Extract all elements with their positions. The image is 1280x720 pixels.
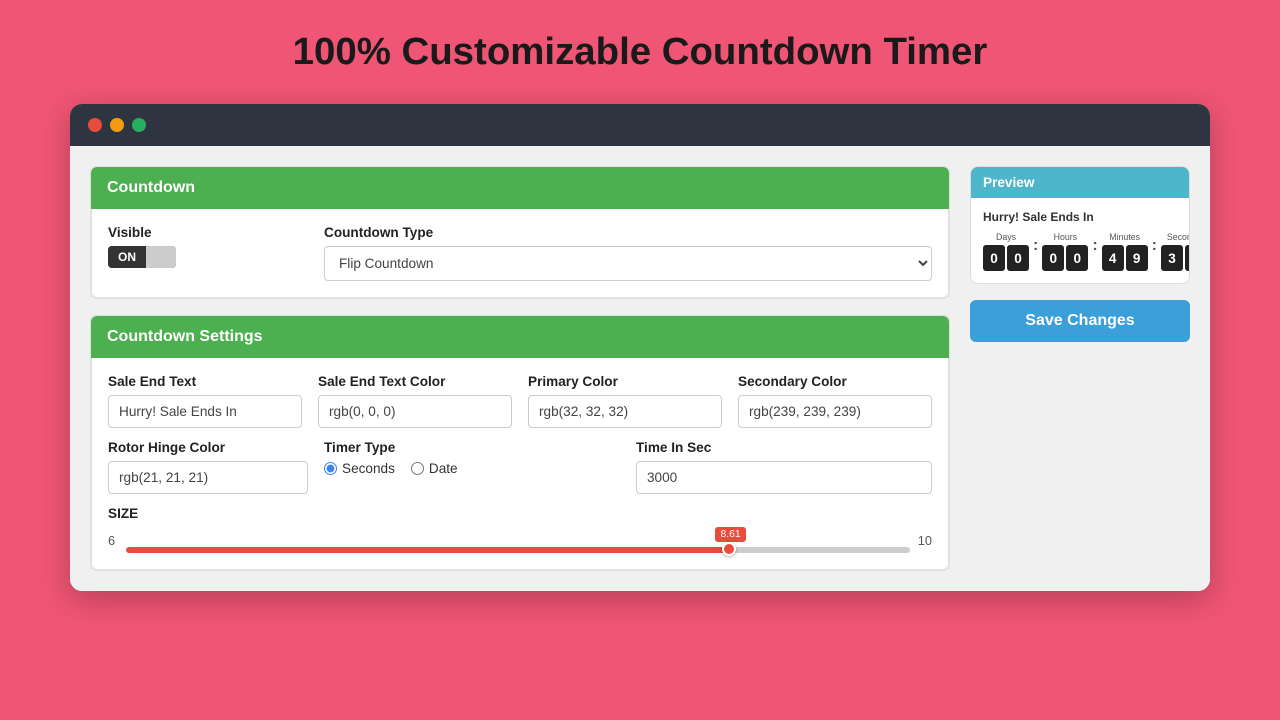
separator-2: : bbox=[1092, 237, 1097, 267]
timer-type-group: Seconds Date bbox=[324, 461, 620, 476]
hours-digits: 0 0 bbox=[1042, 245, 1088, 271]
browser-titlebar bbox=[70, 104, 1210, 146]
days-digits: 0 0 bbox=[983, 245, 1029, 271]
preview-body: Hurry! Sale Ends In Days 0 0 : Hours bbox=[971, 198, 1189, 283]
sale-end-color-label: Sale End Text Color bbox=[318, 374, 512, 389]
time-in-sec-input[interactable] bbox=[636, 461, 932, 494]
hours-group: Hours 0 0 bbox=[1042, 232, 1088, 271]
countdown-section: Countdown Visible ON Countdown Type bbox=[90, 166, 950, 299]
date-radio-label[interactable]: Date bbox=[411, 461, 458, 476]
browser-window: Countdown Visible ON Countdown Type bbox=[70, 104, 1210, 591]
visible-toggle[interactable]: ON bbox=[108, 246, 176, 268]
countdown-section-body: Visible ON Countdown Type Flip Countdown… bbox=[91, 209, 949, 298]
min-digit-1: 9 bbox=[1126, 245, 1148, 271]
separator-1: : bbox=[1033, 237, 1038, 267]
size-label: SIZE bbox=[108, 506, 932, 521]
maximize-dot[interactable] bbox=[132, 118, 146, 132]
time-in-sec-label: Time In Sec bbox=[636, 440, 932, 455]
size-row: 6 8.61 10 bbox=[108, 527, 932, 553]
sec-digit-1: 6 bbox=[1185, 245, 1190, 271]
countdown-type-label: Countdown Type bbox=[324, 225, 932, 240]
sec-digit-0: 3 bbox=[1161, 245, 1183, 271]
save-changes-button[interactable]: Save Changes bbox=[970, 300, 1190, 342]
sale-end-text-input[interactable] bbox=[108, 395, 302, 428]
countdown-section-header: Countdown bbox=[91, 167, 949, 209]
minutes-group: Minutes 4 9 bbox=[1102, 232, 1148, 271]
seconds-digits: 3 6 bbox=[1161, 245, 1190, 271]
rotor-hinge-label: Rotor Hinge Color bbox=[108, 440, 308, 455]
minimize-dot[interactable] bbox=[110, 118, 124, 132]
hour-digit-1: 0 bbox=[1066, 245, 1088, 271]
secondary-color-input[interactable] bbox=[738, 395, 932, 428]
size-min: 6 bbox=[108, 533, 118, 548]
seconds-label: Seconds bbox=[1167, 232, 1190, 242]
timer-type-label: Timer Type bbox=[324, 440, 620, 455]
minutes-label: Minutes bbox=[1109, 232, 1140, 242]
slider-thumb[interactable] bbox=[722, 542, 736, 556]
visible-label: Visible bbox=[108, 225, 308, 240]
seconds-radio-label[interactable]: Seconds bbox=[324, 461, 395, 476]
close-dot[interactable] bbox=[88, 118, 102, 132]
sale-end-text-label: Sale End Text bbox=[108, 374, 302, 389]
hour-digit-0: 0 bbox=[1042, 245, 1064, 271]
primary-color-label: Primary Color bbox=[528, 374, 722, 389]
countdown-settings-section: Countdown Settings Sale End Text Sale En… bbox=[90, 315, 950, 571]
days-label: Days bbox=[996, 232, 1016, 242]
countdown-settings-header: Countdown Settings bbox=[91, 316, 949, 358]
sale-end-color-input[interactable] bbox=[318, 395, 512, 428]
preview-header: Preview bbox=[971, 167, 1189, 198]
primary-color-input[interactable] bbox=[528, 395, 722, 428]
day-digit-1: 0 bbox=[1007, 245, 1029, 271]
right-panel: Preview Hurry! Sale Ends In Days 0 0 : bbox=[970, 166, 1190, 571]
seconds-group: Seconds 3 6 bbox=[1161, 232, 1190, 271]
seconds-label: Seconds bbox=[342, 461, 395, 476]
toggle-on-label: ON bbox=[108, 246, 146, 268]
slider-wrapper: 8.61 bbox=[126, 527, 910, 553]
slider-tooltip: 8.61 bbox=[715, 527, 745, 542]
rotor-hinge-input[interactable] bbox=[108, 461, 308, 494]
hours-label: Hours bbox=[1054, 232, 1077, 242]
minutes-digits: 4 9 bbox=[1102, 245, 1148, 271]
days-group: Days 0 0 bbox=[983, 232, 1029, 271]
browser-content: Countdown Visible ON Countdown Type bbox=[70, 146, 1210, 591]
day-digit-0: 0 bbox=[983, 245, 1005, 271]
countdown-display: Days 0 0 : Hours 0 0 bbox=[983, 232, 1177, 271]
toggle-off-space bbox=[146, 246, 176, 268]
date-label: Date bbox=[429, 461, 458, 476]
date-radio[interactable] bbox=[411, 462, 424, 475]
countdown-type-select[interactable]: Flip Countdown Basic Countdown Circle Co… bbox=[324, 246, 932, 281]
min-digit-0: 4 bbox=[1102, 245, 1124, 271]
left-panel: Countdown Visible ON Countdown Type bbox=[90, 166, 950, 571]
separator-3: : bbox=[1152, 237, 1157, 267]
size-max: 10 bbox=[918, 533, 932, 548]
countdown-settings-body: Sale End Text Sale End Text Color Primar… bbox=[91, 358, 949, 570]
preview-sale-text: Hurry! Sale Ends In bbox=[983, 210, 1177, 224]
preview-box: Preview Hurry! Sale Ends In Days 0 0 : bbox=[970, 166, 1190, 284]
page-title: 100% Customizable Countdown Timer bbox=[293, 30, 988, 74]
slider-track[interactable] bbox=[126, 547, 910, 553]
secondary-color-label: Secondary Color bbox=[738, 374, 932, 389]
seconds-radio[interactable] bbox=[324, 462, 337, 475]
size-section: SIZE 6 8.61 10 bbox=[108, 506, 932, 553]
